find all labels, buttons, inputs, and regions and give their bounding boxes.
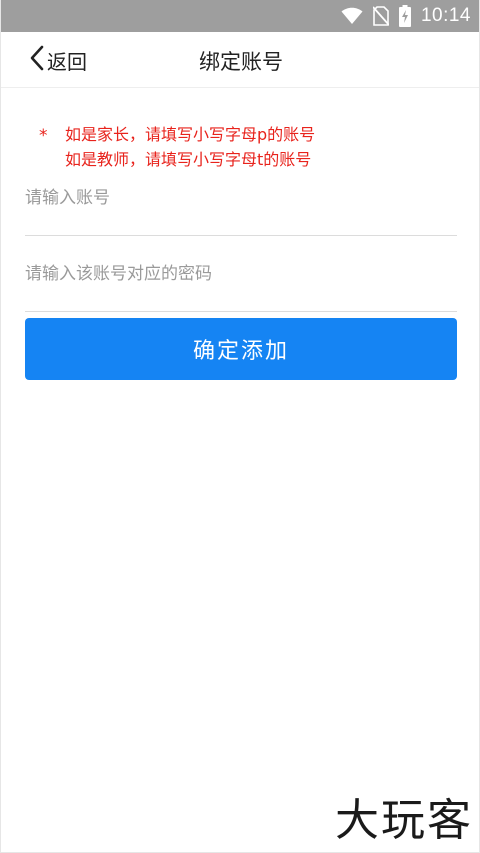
account-input[interactable] bbox=[25, 178, 457, 236]
notice-line-parent: 如是家长，请填写小写字母p的账号 bbox=[65, 125, 316, 144]
notice-text: * 如是家长，请填写小写字母p的账号 如是教师，请填写小写字母t的账号 bbox=[39, 122, 315, 172]
bind-account-screen: 10:14 返回 绑定账号 * 如是家长，请填写小写字母p的账号 如是教师，请填… bbox=[0, 0, 480, 853]
no-sim-icon bbox=[372, 6, 389, 26]
status-time: 10:14 bbox=[420, 5, 471, 26]
notice-marker: * bbox=[39, 126, 48, 146]
status-bar: 10:14 bbox=[1, 0, 479, 32]
nav-bar: 返回 绑定账号 bbox=[1, 32, 479, 88]
confirm-add-button[interactable]: 确定添加 bbox=[25, 318, 457, 380]
notice-line-teacher: 如是教师，请填写小写字母t的账号 bbox=[65, 150, 312, 169]
battery-charging-icon bbox=[398, 5, 411, 27]
password-input[interactable] bbox=[25, 254, 457, 312]
wifi-icon bbox=[341, 7, 363, 25]
page-title: 绑定账号 bbox=[199, 50, 283, 74]
watermark-logo: 大玩客 bbox=[335, 795, 473, 846]
